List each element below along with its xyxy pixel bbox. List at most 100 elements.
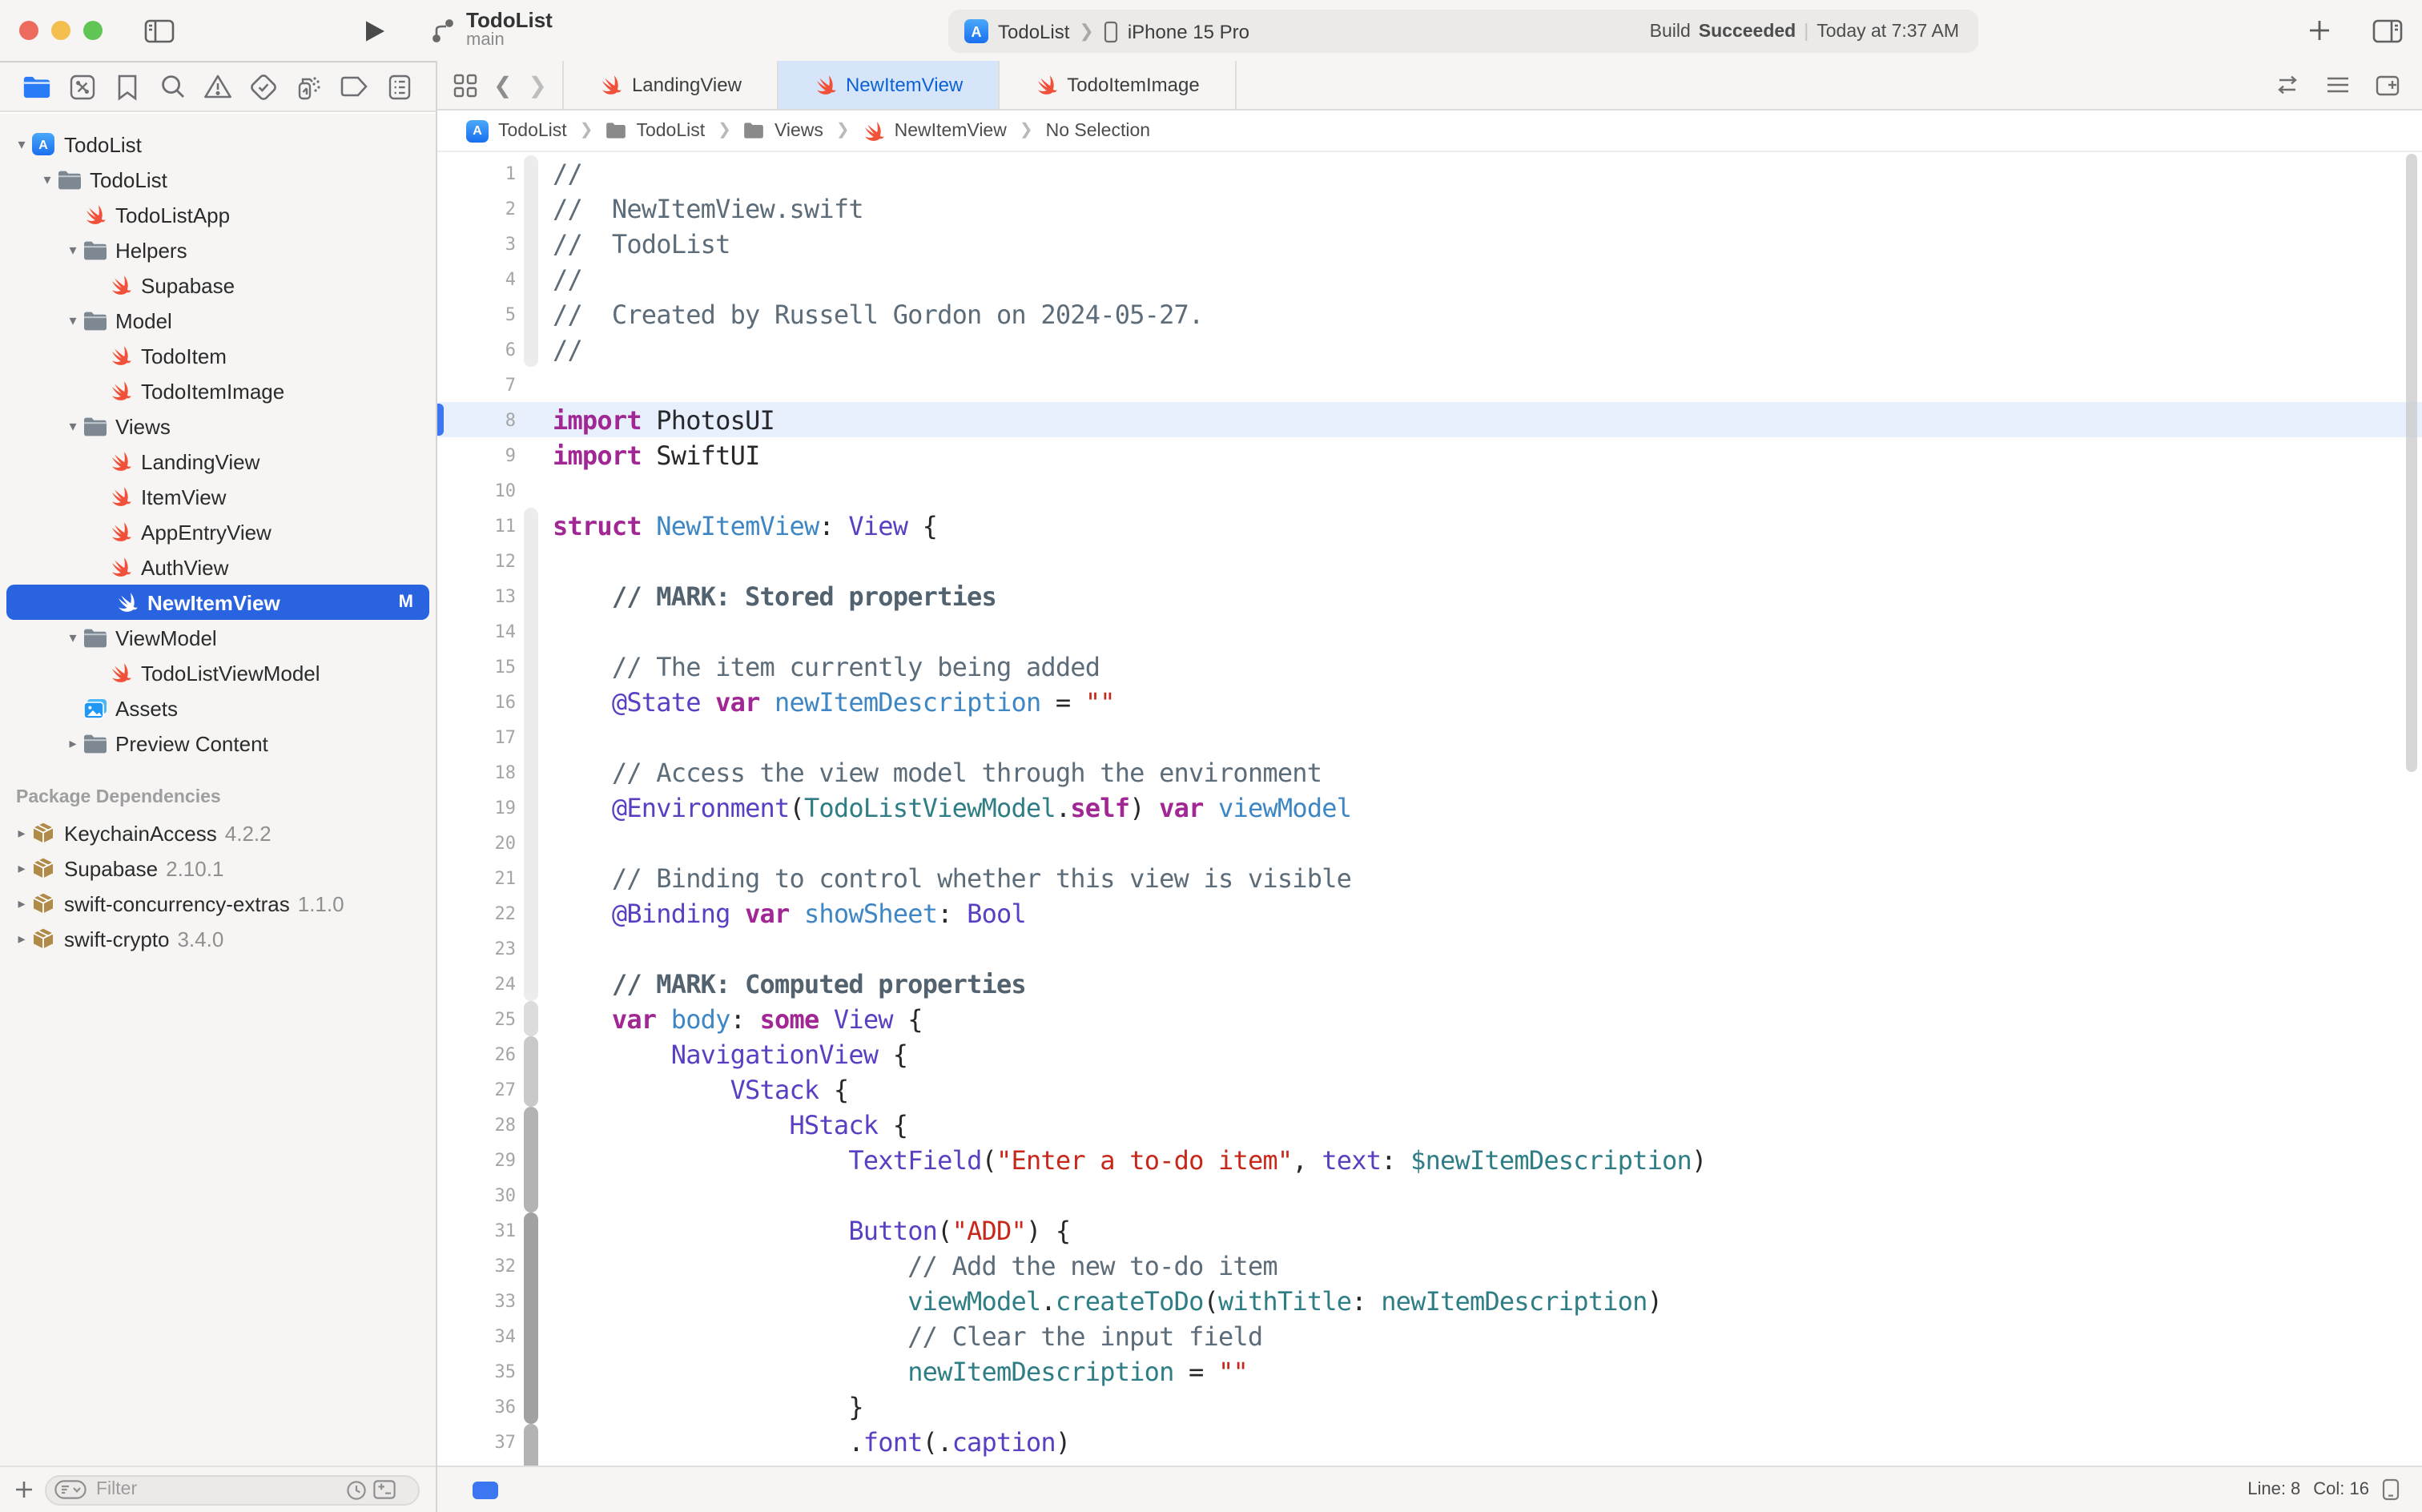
editor-tab-todoitemimage[interactable]: TodoItemImage [1000,61,1236,109]
code-line[interactable]: 27 VStack { [437,1072,2422,1107]
code-line[interactable]: 22 @Binding var showSheet: Bool [437,895,2422,931]
code-line[interactable]: 6// [437,332,2422,367]
tree-item-todoitemimage[interactable]: TodoItemImage [0,373,436,408]
run-button[interactable] [364,18,386,42]
disclosure-chevron-icon[interactable]: ▾ [13,135,30,153]
code-line[interactable]: 18 // Access the view model through the … [437,754,2422,790]
code-line[interactable]: 25 var body: some View { [437,1001,2422,1036]
code-line[interactable]: 32 // Add the new to-do item [437,1248,2422,1283]
tree-item-model[interactable]: ▾Model [0,303,436,338]
disclosure-chevron-icon[interactable]: ▾ [64,417,82,435]
package-item-keychainaccess[interactable]: ▸ KeychainAccess4.2.2 [0,815,436,850]
navigator-tab-tests-icon[interactable] [246,69,281,104]
code-line[interactable]: 36 } [437,1389,2422,1424]
code-line[interactable]: 20 [437,825,2422,860]
tree-item-todoitem[interactable]: TodoItem [0,338,436,373]
tree-item-landingview[interactable]: LandingView [0,444,436,479]
code-line[interactable]: 24 // MARK: Computed properties [437,966,2422,1001]
breadcrumb-item-views[interactable]: Views [744,121,823,140]
tree-item-todolist[interactable]: ▾ATodoList [0,127,436,162]
editor-scrollbar[interactable] [2406,154,2417,772]
forward-icon[interactable]: ❯ [528,71,546,99]
minimize-button[interactable] [51,21,70,40]
tree-item-preview-content[interactable]: ▸Preview Content [0,726,436,761]
code-line[interactable]: 33 viewModel.createToDo(withTitle: newIt… [437,1283,2422,1318]
scope-indicator-icon[interactable] [473,1481,498,1498]
disclosure-chevron-icon[interactable]: ▸ [64,734,82,752]
toggle-inspector-icon[interactable] [2372,18,2403,42]
editor-options-icon[interactable] [2326,75,2350,94]
tree-item-authview[interactable]: AuthView [0,549,436,585]
package-item-supabase[interactable]: ▸ Supabase2.10.1 [0,850,436,886]
navigator-tab-find-icon[interactable] [155,69,191,104]
code-line[interactable]: 34 // Clear the input field [437,1318,2422,1353]
code-line[interactable]: 13 // MARK: Stored properties [437,578,2422,613]
code-line[interactable]: 30 [437,1177,2422,1212]
add-toolbar-icon[interactable] [2308,19,2331,42]
tree-item-todolistapp[interactable]: TodoListApp [0,197,436,232]
navigator-tab-reports-icon[interactable] [381,69,416,104]
disclosure-chevron-icon[interactable]: ▾ [64,629,82,646]
navigator-tab-debug-icon[interactable] [291,69,326,104]
code-line[interactable]: 17 [437,719,2422,754]
code-line[interactable]: 28 HStack { [437,1107,2422,1142]
navigator-tab-source-control-icon[interactable] [65,69,100,104]
tree-item-viewmodel[interactable]: ▾ViewModel [0,620,436,655]
editor-grid-icon[interactable] [453,73,477,97]
breadcrumb-item-newitemview[interactable]: NewItemView [863,119,1007,142]
back-icon[interactable]: ❮ [493,71,512,99]
filter-input[interactable] [93,1478,340,1501]
code-line[interactable]: 1// [437,155,2422,191]
tree-item-appentryview[interactable]: AppEntryView [0,514,436,549]
keyboard-focus-icon[interactable] [2382,1478,2400,1501]
disclosure-chevron-icon[interactable]: ▸ [13,895,30,912]
code-line[interactable]: 10 [437,472,2422,508]
code-line[interactable]: 8import PhotosUI [437,402,2422,437]
editor-tab-landingview[interactable]: LandingView [563,61,778,109]
scm-status-filter-icon[interactable] [373,1480,396,1499]
code-line[interactable]: 4// [437,261,2422,296]
code-line[interactable]: 16 @State var newItemDescription = "" [437,684,2422,719]
tree-item-todolistviewmodel[interactable]: TodoListViewModel [0,655,436,690]
breadcrumb-item-todolist[interactable]: ATodoList [466,119,567,142]
disclosure-chevron-icon[interactable]: ▸ [13,824,30,842]
code-line[interactable]: 14 [437,613,2422,649]
tree-item-todolist[interactable]: ▾TodoList [0,162,436,197]
disclosure-chevron-icon[interactable]: ▾ [64,312,82,329]
code-line[interactable]: 23 [437,931,2422,966]
code-line[interactable]: 26 NavigationView { [437,1036,2422,1072]
disclosure-chevron-icon[interactable]: ▸ [13,859,30,877]
code-line[interactable]: 35 newItemDescription = "" [437,1353,2422,1389]
code-line[interactable]: 21 // Binding to control whether this vi… [437,860,2422,895]
filter-field[interactable] [45,1474,420,1505]
code-line[interactable]: 37 .font(.caption) [437,1424,2422,1459]
breadcrumb-item-todolist[interactable]: TodoList [606,121,705,140]
code-line[interactable]: 15 // The item currently being added [437,649,2422,684]
navigator-tab-issues-icon[interactable] [200,69,235,104]
navigator-tab-bookmarks-icon[interactable] [110,69,145,104]
source-editor[interactable]: 1//2// NewItemView.swift3// TodoList4//5… [437,152,2422,1467]
tree-item-helpers[interactable]: ▾Helpers [0,232,436,267]
activity-status[interactable]: Build Succeeded | Today at 7:37 AM [1650,22,1978,41]
disclosure-chevron-icon[interactable]: ▾ [64,241,82,259]
tree-item-views[interactable]: ▾Views [0,408,436,444]
recent-clock-icon[interactable] [346,1479,367,1500]
close-button[interactable] [19,21,38,40]
code-line[interactable]: 11struct NewItemView: View { [437,508,2422,543]
package-item-swift-concurrency-extras[interactable]: ▸ swift-concurrency-extras1.1.0 [0,886,436,921]
tree-item-itemview[interactable]: ItemView [0,479,436,514]
code-line[interactable]: 31 Button("ADD") { [437,1212,2422,1248]
add-item-icon[interactable] [14,1480,34,1499]
code-line[interactable]: 29 TextField("Enter a to-do item", text:… [437,1142,2422,1177]
code-line[interactable]: 5// Created by Russell Gordon on 2024-05… [437,296,2422,332]
zoom-button[interactable] [83,21,103,40]
tree-item-supabase[interactable]: Supabase [0,267,436,303]
code-line[interactable]: 12 [437,543,2422,578]
tree-item-newitemview[interactable]: NewItemViewM [6,585,429,620]
toggle-navigator-icon[interactable] [144,18,175,42]
navigator-tab-project-icon[interactable] [19,69,54,104]
code-line[interactable]: 2// NewItemView.swift [437,191,2422,226]
navigator-tab-breakpoints-icon[interactable] [336,69,372,104]
breadcrumb-item-no-selection[interactable]: No Selection [1046,121,1150,140]
scheme-selector[interactable]: A TodoList ❯ iPhone 15 Pro [948,19,1650,43]
